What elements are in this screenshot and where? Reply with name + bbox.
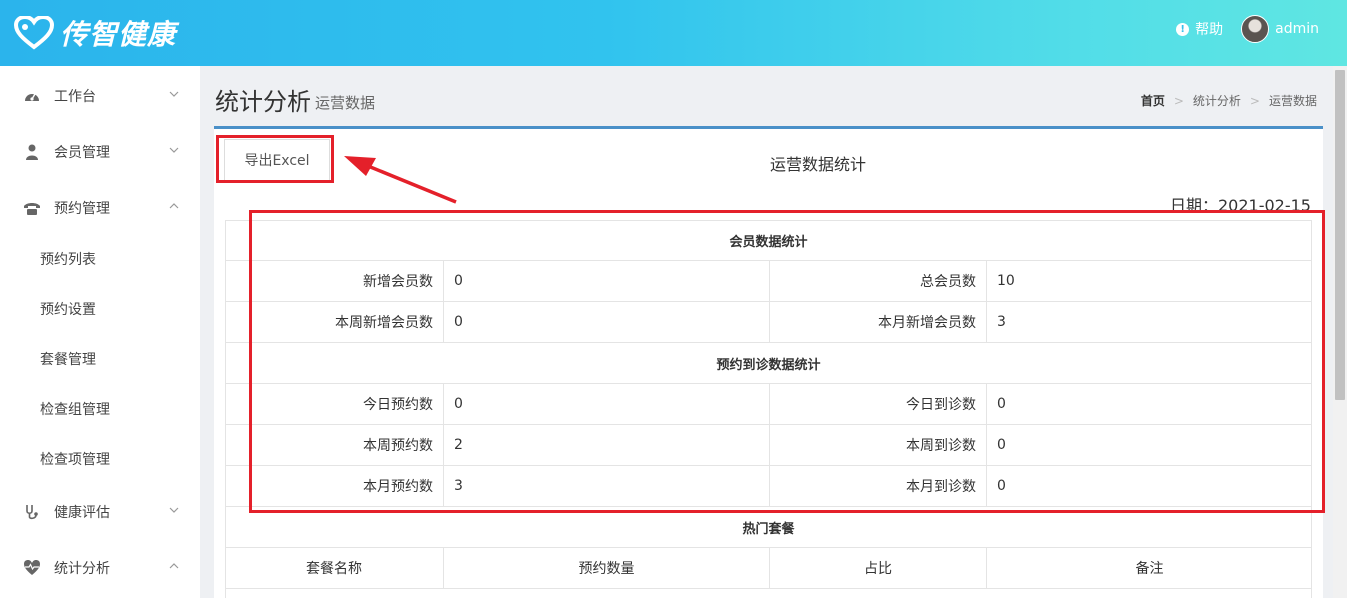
chevron-down-icon — [169, 91, 179, 97]
help-link[interactable]: ! 帮助 — [1176, 19, 1223, 39]
sidebar-item-label: 统计分析 — [54, 561, 110, 577]
logo-text: 传智健康 — [60, 18, 177, 51]
chevron-down-icon — [169, 147, 179, 153]
chevron-down-icon — [169, 507, 179, 513]
logo-heart-icon — [14, 16, 54, 50]
sidebar-item-label: 会员管理 — [54, 145, 110, 161]
report-title: 运营数据统计 — [770, 155, 867, 174]
sidebar-subitem-appointment-settings[interactable]: 预约设置 — [40, 284, 96, 334]
sidebar-item-health-assessment[interactable]: 健康评估 — [0, 484, 200, 540]
section-header-hot-packages: 热门套餐 — [225, 507, 1312, 548]
annotation-box-export — [216, 135, 334, 183]
scrollbar-thumb[interactable] — [1335, 70, 1345, 400]
dashboard-icon — [22, 86, 42, 106]
sidebar-subitem-package-management[interactable]: 套餐管理 — [40, 334, 96, 384]
info-icon: ! — [1176, 22, 1190, 36]
breadcrumb: 首页 > 统计分析 > 运营数据 — [1141, 92, 1317, 109]
column-header: 备注 — [1135, 561, 1164, 577]
breadcrumb-separator-icon: > — [1173, 93, 1184, 108]
avatar[interactable] — [1241, 15, 1270, 43]
breadcrumb-separator-icon: > — [1249, 93, 1260, 108]
column-header: 占比 — [864, 561, 892, 577]
sidebar-item-statistics[interactable]: 统计分析 — [0, 540, 200, 596]
sidebar-subitem-checkgroup-management[interactable]: 检查组管理 — [40, 384, 110, 434]
breadcrumb-statistics[interactable]: 统计分析 — [1193, 92, 1241, 109]
sidebar-item-members[interactable]: 会员管理 — [0, 124, 200, 180]
sidebar-item-dashboard[interactable]: 工作台 — [0, 68, 200, 124]
sidebar-item-label: 工作台 — [54, 89, 96, 105]
table-header-row: 套餐名称 预约数量 占比 备注 — [225, 548, 1312, 589]
column-header: 套餐名称 — [306, 561, 362, 577]
breadcrumb-home[interactable]: 首页 — [1141, 92, 1165, 109]
sidebar-item-appointments[interactable]: 预约管理 — [0, 180, 200, 236]
username[interactable]: admin — [1275, 21, 1319, 37]
page-subtitle: 运营数据 — [315, 94, 376, 112]
sidebar-subitem-appointment-list[interactable]: 预约列表 — [40, 234, 96, 284]
sidebar: 工作台 会员管理 预约管理 预约列表 预约设置 套餐管理 检查组管理 检查项管理… — [0, 66, 200, 598]
chevron-up-icon — [169, 563, 179, 569]
sidebar-subitem-checkitem-management[interactable]: 检查项管理 — [40, 434, 110, 484]
help-label: 帮助 — [1195, 22, 1224, 38]
stethoscope-icon — [22, 502, 42, 522]
phone-icon — [22, 198, 42, 218]
sidebar-item-label: 健康评估 — [54, 505, 110, 521]
user-icon — [22, 142, 42, 162]
heartbeat-icon — [22, 558, 42, 578]
sidebar-item-label: 预约管理 — [54, 201, 110, 217]
annotation-arrow-icon — [344, 156, 457, 204]
column-header: 预约数量 — [578, 561, 635, 577]
chevron-up-icon — [169, 203, 179, 209]
app-logo[interactable]: 传智健康 — [14, 13, 176, 53]
header-actions: ! 帮助 admin — [1176, 14, 1319, 44]
page-title: 统计分析 — [215, 88, 311, 116]
annotation-box-stats — [249, 210, 1325, 513]
breadcrumb-current: 运营数据 — [1268, 94, 1317, 108]
top-header: 传智健康 ! 帮助 admin — [0, 0, 1347, 66]
